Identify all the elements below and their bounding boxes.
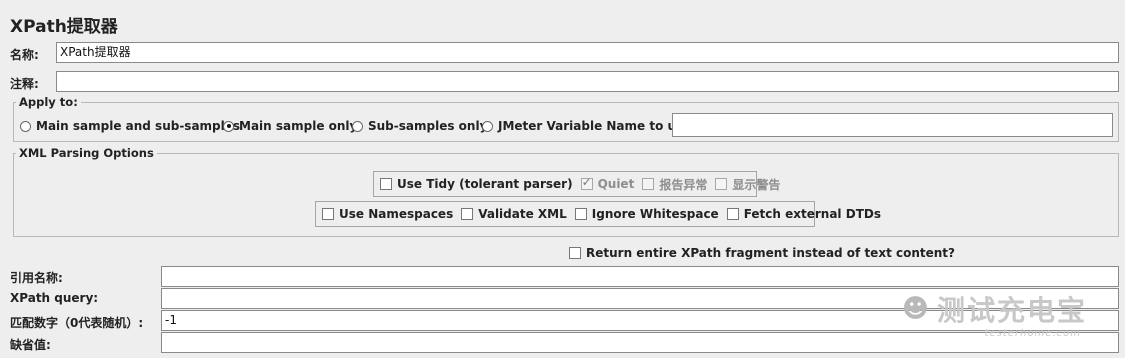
use-tidy-label: Use Tidy (tolerant parser) [397,177,573,191]
use-tidy-checkbox[interactable] [380,178,392,190]
checkbox-ignore-whitespace[interactable]: Ignore Whitespace [574,207,719,221]
checkbox-use-tidy[interactable]: Use Tidy (tolerant parser) [380,177,573,191]
match-number-label: 匹配数字（0代表随机）: [10,316,144,330]
comment-input[interactable] [56,71,1119,92]
radio-main-and-sub[interactable]: Main sample and sub-samples [20,119,240,133]
default-value-input[interactable] [161,332,1119,353]
checkbox-report-errors[interactable]: 报告异常 [642,176,707,193]
name-input[interactable]: XPath提取器 [56,42,1119,63]
watermark-text: 测试充电宝 [936,294,1087,327]
checkbox-fetch-dtds[interactable]: Fetch external DTDs [726,207,881,221]
use-namespaces-label: Use Namespaces [339,207,454,221]
wechat-icon: ☻ [901,294,929,324]
checkbox-quiet[interactable]: Quiet [580,175,635,191]
fetch-dtds-label: Fetch external DTDs [743,207,881,221]
return-fragment-label: Return entire XPath fragment instead of … [586,246,955,260]
jmeter-variable-input[interactable] [672,113,1113,137]
checkbox-return-fragment[interactable]: Return entire XPath fragment instead of … [569,246,955,260]
show-warnings-label: 显示警告 [732,177,781,192]
page-title: XPath提取器 [10,17,118,37]
report-errors-checkbox[interactable] [642,178,655,190]
checkbox-show-warnings[interactable]: 显示警告 [715,176,780,193]
xpath-query-label: XPath query: [10,291,99,305]
radio-jmeter-variable-label: JMeter Variable Name to use [498,119,692,133]
validate-xml-label: Validate XML [478,207,567,221]
show-warnings-checkbox[interactable] [715,178,728,190]
radio-sub-only[interactable]: Sub-samples only [352,119,487,133]
watermark: ☻ 测试充电宝 [902,289,1087,329]
comment-label: 注释: [10,77,39,91]
radio-sub-only-label: Sub-samples only [368,119,488,133]
xml-options-box: Use Namespaces Validate XML Ignore White… [315,201,881,227]
tidy-options-box: Use Tidy (tolerant parser) Quiet 报告异常 显示… [373,171,780,197]
reference-name-input[interactable] [161,266,1119,287]
radio-jmeter-variable-indicator[interactable] [482,120,493,132]
fetch-dtds-checkbox[interactable] [726,208,739,220]
xml-parsing-title: XML Parsing Options [16,146,157,160]
checkbox-validate-xml[interactable]: Validate XML [461,207,567,221]
checkbox-use-namespaces[interactable]: Use Namespaces [322,207,453,221]
watermark-url: testerhome.com [984,328,1081,339]
quiet-checkbox[interactable] [580,175,593,190]
report-errors-label: 报告异常 [659,177,708,192]
radio-main-only-indicator[interactable] [223,120,234,132]
ignore-whitespace-checkbox[interactable] [574,208,587,220]
apply-to-title: Apply to: [16,95,81,109]
radio-jmeter-variable[interactable]: JMeter Variable Name to use [482,119,691,133]
reference-name-label: 引用名称: [10,271,63,285]
radio-main-only[interactable]: Main sample only [223,119,357,133]
radio-main-and-sub-label: Main sample and sub-samples [36,119,241,133]
return-fragment-checkbox[interactable] [569,247,581,259]
use-namespaces-checkbox[interactable] [322,208,334,220]
radio-main-only-label: Main sample only [239,119,358,133]
ignore-whitespace-label: Ignore Whitespace [591,207,719,221]
radio-sub-only-indicator[interactable] [352,120,363,132]
validate-xml-checkbox[interactable] [461,208,474,220]
name-label: 名称: [10,48,39,62]
default-value-label: 缺省值: [10,338,51,352]
radio-main-and-sub-indicator[interactable] [20,120,31,132]
quiet-label: Quiet [597,177,635,191]
